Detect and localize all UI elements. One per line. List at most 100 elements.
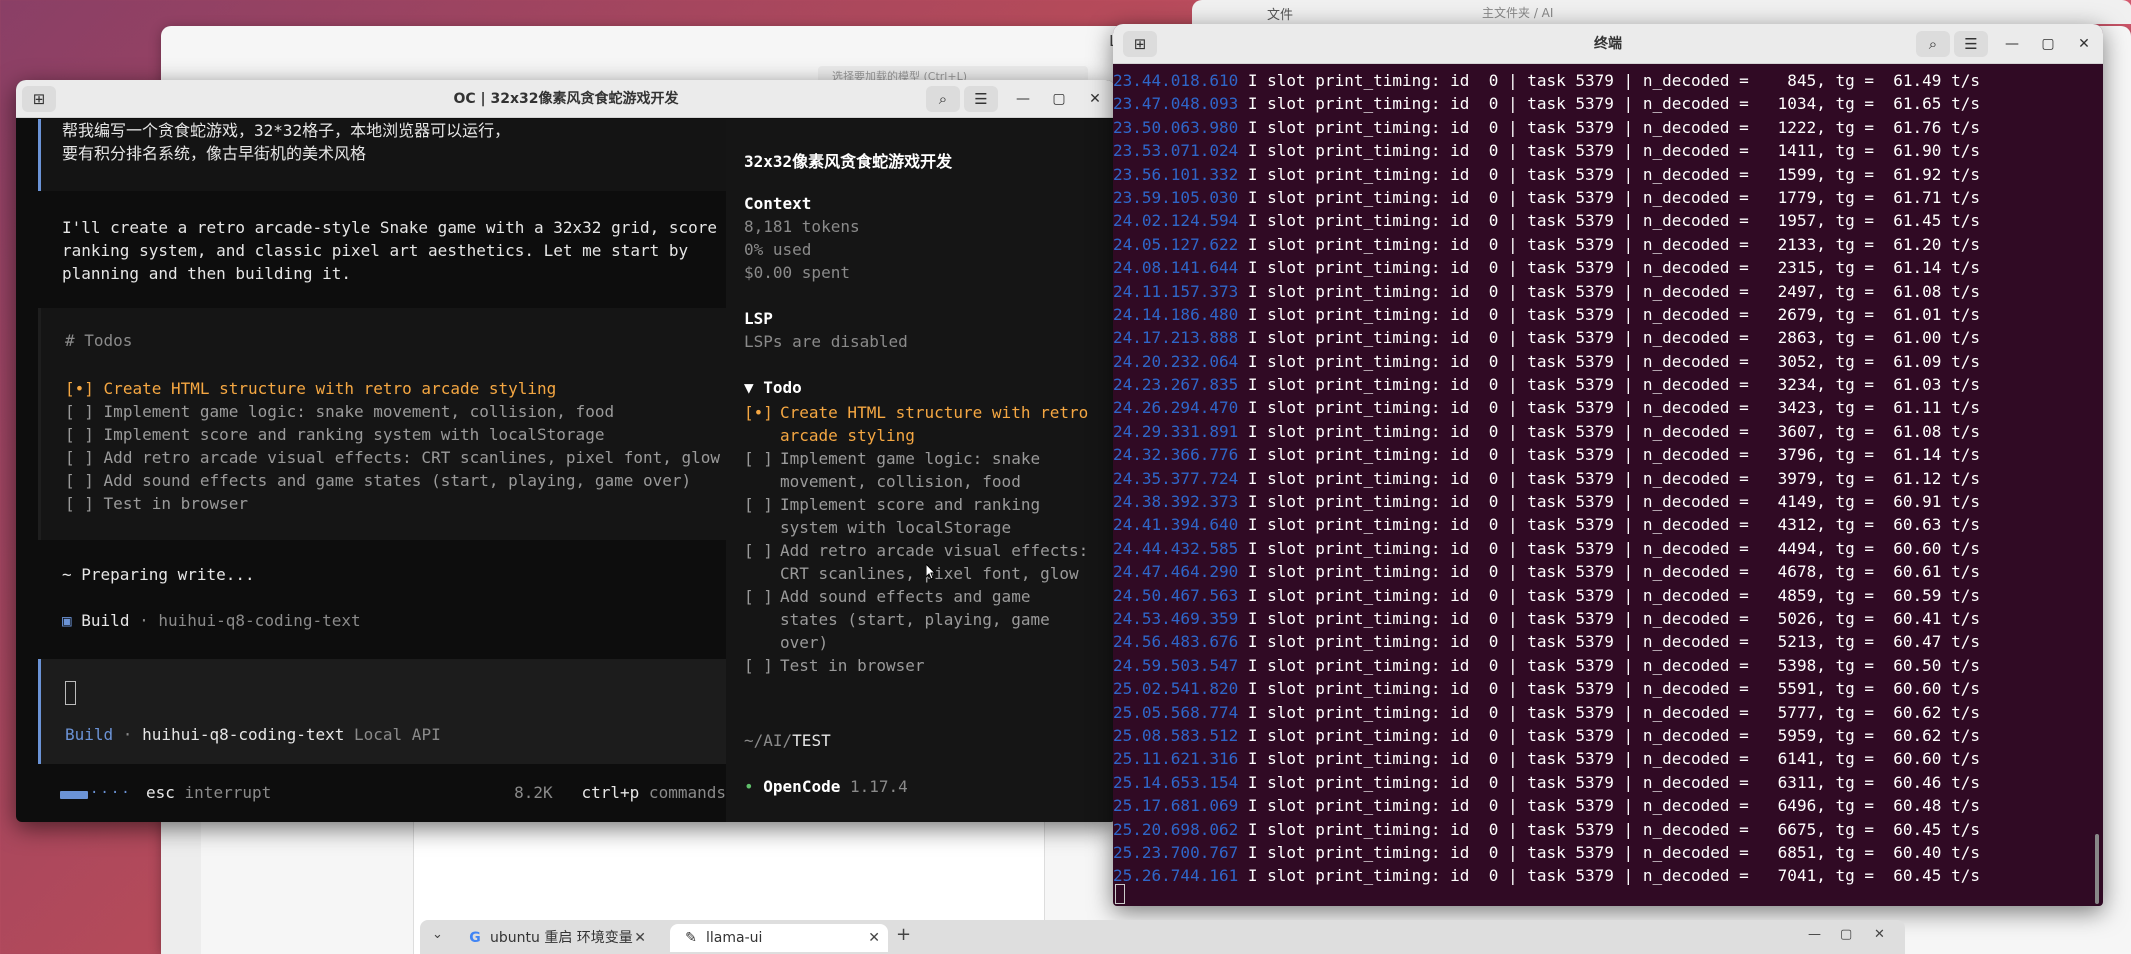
tab-close-icon[interactable]: ✕ [634, 924, 646, 952]
app-version: • OpenCode 1.17.4 [744, 777, 908, 796]
files-window: 文件 主文件夹 / AI [1192, 0, 2131, 24]
model-label: huihui-q8-coding-text [142, 725, 345, 744]
esc-key: esc [146, 783, 175, 802]
user-message-line-1: 帮我编写一个贪食蛇游戏，32*32格子，本地浏览器可以运行， [62, 121, 511, 140]
log-line: 25.17.681.069 I slot print_timing: id 0 … [1113, 796, 1980, 816]
lsp-status: LSPs are disabled [744, 332, 908, 351]
todos-heading: # Todos [65, 331, 133, 350]
log-line: 23.59.105.030 I slot print_timing: id 0 … [1113, 187, 1980, 207]
llama-icon: ✎ [685, 930, 697, 946]
browser-tab-strip: ⌄ G ubuntu 重启 环境变量 - Go ✕ ✎ llama-ui ✕ +… [420, 920, 1905, 954]
browser-tab-llama-ui[interactable]: ✎ llama-ui ✕ [670, 924, 888, 952]
todo-item: [ ] Test in browser [65, 492, 248, 515]
esc-label: interrupt [174, 783, 272, 802]
todo-text: Add retro arcade visual effects: CRT sca… [103, 448, 721, 467]
context-used: 0% used [744, 240, 812, 259]
log-line: 23.50.063.980 I slot print_timing: id 0 … [1113, 117, 1980, 137]
terminal-titlebar: ⊞ 终端 ⌕ ☰ — ▢ ✕ [1113, 24, 2103, 64]
build-label: Build [81, 611, 130, 630]
esc-interrupt-hint[interactable]: esc interrupt [146, 783, 271, 802]
log-line: 25.23.700.767 I slot print_timing: id 0 … [1113, 842, 1980, 862]
todo-mark: [ ] [65, 471, 94, 490]
todo-mark: [ ] [65, 494, 94, 513]
new-browser-tab-icon[interactable]: + [896, 924, 911, 945]
opencode-window: ⊞ OC | 32x32像素风贪食蛇游戏开发 ⌕ ☰ — ▢ ✕ 帮我编写一个贪… [16, 80, 1116, 822]
log-line: 24.53.469.359 I slot print_timing: id 0 … [1113, 608, 1980, 628]
sidebar-todo-item: [•] Create HTML structure with retro arca… [744, 403, 1089, 445]
menu-icon[interactable]: ☰ [964, 86, 998, 112]
log-line: 24.29.331.891 I slot print_timing: id 0 … [1113, 421, 1980, 441]
minimize-icon[interactable]: — [1808, 927, 1821, 942]
cmd-key: ctrl+p [581, 783, 640, 802]
todo-mark: [ ] [65, 448, 94, 467]
context-spent: $0.00 spent [744, 263, 850, 282]
user-message: 帮我编写一个贪食蛇游戏，32*32格子，本地浏览器可以运行， 要有积分排名系统，… [38, 119, 726, 191]
log-line: 24.11.157.373 I slot print_timing: id 0 … [1113, 281, 1980, 301]
log-line: 25.08.583.512 I slot print_timing: id 0 … [1113, 725, 1980, 745]
minimize-icon[interactable]: — [1012, 88, 1034, 110]
terminal-output: 23.44.018.610 I slot print_timing: id 0 … [1113, 69, 2103, 888]
token-count: 8.2K [514, 783, 553, 802]
log-line: 24.20.232.064 I slot print_timing: id 0 … [1113, 351, 1980, 371]
search-icon[interactable]: ⌕ [926, 86, 960, 112]
todo-item: [ ] Add sound effects and game states (s… [65, 469, 691, 492]
minimize-icon[interactable]: — [2001, 33, 2023, 55]
close-icon[interactable]: ✕ [2073, 33, 2095, 55]
log-line: 24.41.394.640 I slot print_timing: id 0 … [1113, 515, 1980, 535]
todo-item: [ ] Implement game logic: snake movement… [65, 400, 614, 423]
log-line: 23.47.048.093 I slot print_timing: id 0 … [1113, 94, 1980, 114]
log-line: 24.38.392.373 I slot print_timing: id 0 … [1113, 492, 1980, 512]
search-icon[interactable]: ⌕ [1916, 31, 1950, 57]
log-line: 24.14.186.480 I slot print_timing: id 0 … [1113, 304, 1980, 324]
close-icon[interactable]: ✕ [1874, 927, 1885, 942]
todo-heading[interactable]: ▼ Todo [744, 378, 802, 397]
log-line: 24.59.503.547 I slot print_timing: id 0 … [1113, 655, 1980, 675]
log-line: 24.44.432.585 I slot print_timing: id 0 … [1113, 538, 1980, 558]
log-line: 23.44.018.610 I slot print_timing: id 0 … [1113, 71, 1980, 90]
commands-hint[interactable]: 8.2K ctrl+p commands [514, 783, 726, 802]
mouse-cursor-icon [926, 564, 936, 580]
separator: · [113, 725, 143, 744]
user-message-line-2: 要有积分排名系统，像古早街机的美术风格 [62, 144, 367, 163]
files-label[interactable]: 文件 [1267, 4, 1293, 23]
prompt-meta: Build · huihui-q8-coding-text Local API [65, 725, 441, 744]
menu-icon[interactable]: ☰ [1954, 31, 1988, 57]
log-line: 24.17.213.888 I slot print_timing: id 0 … [1113, 328, 1980, 348]
progress-spinner: ···· [60, 785, 130, 801]
log-line: 25.11.621.316 I slot print_timing: id 0 … [1113, 749, 1980, 769]
log-line: 25.05.568.774 I slot print_timing: id 0 … [1113, 702, 1980, 722]
log-line: 23.56.101.332 I slot print_timing: id 0 … [1113, 164, 1980, 184]
opencode-sidebar: 32x32像素风贪食蛇游戏开发 Context 8,181 tokens 0% … [726, 119, 1116, 822]
sidebar-todo-item: [ ] Implement score and ranking system wi… [744, 495, 1041, 537]
close-icon[interactable]: ✕ [1084, 88, 1106, 110]
opencode-main-pane: 帮我编写一个贪食蛇游戏，32*32格子，本地浏览器可以运行， 要有积分排名系统，… [16, 119, 726, 822]
assistant-message: I'll create a retro arcade-style Snake g… [62, 218, 718, 283]
todo-mark: [•] [65, 379, 94, 398]
todo-text: Implement score and ranking system with … [103, 425, 605, 444]
log-line: 24.56.483.676 I slot print_timing: id 0 … [1113, 632, 1980, 652]
build-line: ▣ Build · huihui-q8-coding-text [62, 611, 361, 630]
browser-tab-ubuntu[interactable]: G ubuntu 重启 环境变量 - Go ✕ [454, 924, 654, 952]
log-line: 24.35.377.724 I slot print_timing: id 0 … [1113, 468, 1980, 488]
sidebar-todo-item: [ ] Add sound effects and game states (st… [744, 587, 1050, 652]
lm-left-strip [161, 821, 201, 954]
status-bar: ···· esc interrupt 8.2K ctrl+p commands [38, 783, 726, 807]
todo-text: Implement game logic: snake movement, co… [103, 402, 615, 421]
log-line: 24.32.366.776 I slot print_timing: id 0 … [1113, 445, 1980, 465]
log-line: 24.23.267.835 I slot print_timing: id 0 … [1113, 375, 1980, 395]
files-path[interactable]: 主文件夹 / AI [1482, 4, 1553, 21]
log-line: 24.50.467.563 I slot print_timing: id 0 … [1113, 585, 1980, 605]
todo-item: [•] Create HTML structure with retro arc… [65, 377, 556, 400]
maximize-icon[interactable]: ▢ [1048, 88, 1070, 110]
maximize-icon[interactable]: ▢ [1840, 927, 1852, 942]
log-line: 23.53.071.024 I slot print_timing: id 0 … [1113, 141, 1980, 161]
tab-close-icon[interactable]: ✕ [868, 924, 880, 952]
tab-list-chevron-icon[interactable]: ⌄ [432, 927, 443, 942]
google-icon: G [469, 930, 481, 946]
prompt-input[interactable]: Build · huihui-q8-coding-text Local API [38, 659, 726, 764]
context-heading: Context [744, 194, 812, 213]
terminal-scrollbar[interactable] [2095, 834, 2099, 904]
log-line: 24.02.124.594 I slot print_timing: id 0 … [1113, 211, 1980, 231]
maximize-icon[interactable]: ▢ [2037, 33, 2059, 55]
context-tokens: 8,181 tokens [744, 217, 860, 236]
